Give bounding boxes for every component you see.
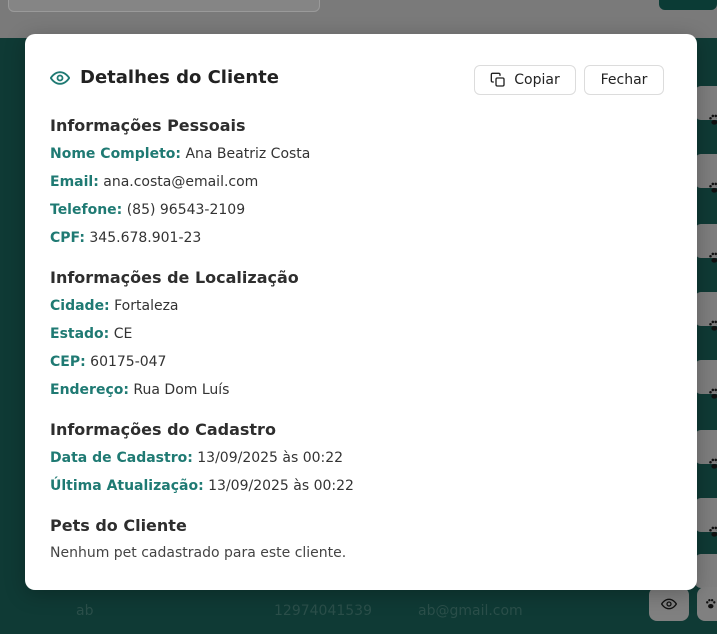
section-title: Informações Pessoais — [50, 116, 246, 135]
location-info-section: Informações de Localização Cidade: Forta… — [50, 268, 299, 404]
copy-button-label: Copiar — [514, 72, 560, 88]
field-address: Endereço: Rua Dom Luís — [50, 382, 230, 398]
empty-pets-message: Nenhum pet cadastrado para este cliente. — [50, 545, 347, 561]
row-action-button — [695, 554, 717, 588]
background-header — [0, 0, 717, 38]
paw-icon — [707, 524, 717, 543]
modal-title: Detalhes do Cliente — [80, 67, 279, 88]
paw-icon — [707, 456, 717, 475]
modal-header: Detalhes do Cliente — [50, 67, 279, 88]
field-cpf: CPF: 345.678.901-23 — [50, 230, 202, 246]
personal-info-section: Informações Pessoais Nome Completo: Ana … — [50, 116, 310, 252]
field-phone: Telefone: (85) 96543-2109 — [50, 202, 246, 218]
field-state: Estado: CE — [50, 326, 133, 342]
paw-icon — [707, 386, 717, 405]
cell-name: ab — [76, 603, 94, 619]
eye-icon — [50, 70, 70, 85]
close-button-label: Fechar — [600, 72, 648, 88]
cell-phone: 12974041539 — [274, 603, 372, 619]
field-created-at: Data de Cadastro: 13/09/2025 às 00:22 — [50, 450, 344, 466]
registration-info-section: Informações do Cadastro Data de Cadastro… — [50, 420, 354, 500]
eye-icon — [661, 598, 677, 610]
section-title: Pets do Cliente — [50, 516, 187, 535]
section-title: Informações de Localização — [50, 268, 299, 287]
client-details-modal: Detalhes do Cliente Copiar Fechar Inform… — [25, 34, 697, 590]
cell-email: ab@gmail.com — [418, 603, 523, 619]
field-city: Cidade: Fortaleza — [50, 298, 179, 314]
paw-icon — [707, 250, 717, 269]
table-row: ab 12974041539 ab@gmail.com — [0, 590, 717, 634]
pets-button — [697, 587, 717, 621]
field-updated-at: Última Atualização: 13/09/2025 às 00:22 — [50, 478, 354, 494]
background-top-button — [659, 0, 717, 10]
close-button[interactable]: Fechar — [584, 65, 664, 95]
field-cep: CEP: 60175-047 — [50, 354, 167, 370]
pets-section: Pets do Cliente Nenhum pet cadastrado pa… — [50, 516, 346, 561]
field-email: Email: ana.costa@email.com — [50, 174, 259, 190]
view-button — [649, 587, 689, 621]
field-full-name: Nome Completo: Ana Beatriz Costa — [50, 146, 311, 162]
paw-icon — [707, 112, 717, 131]
background-search — [8, 0, 320, 12]
copy-button[interactable]: Copiar — [474, 65, 576, 95]
copy-icon — [490, 72, 505, 87]
paw-icon — [706, 599, 716, 609]
paw-icon — [707, 180, 717, 199]
paw-icon — [707, 318, 717, 337]
section-title: Informações do Cadastro — [50, 420, 276, 439]
